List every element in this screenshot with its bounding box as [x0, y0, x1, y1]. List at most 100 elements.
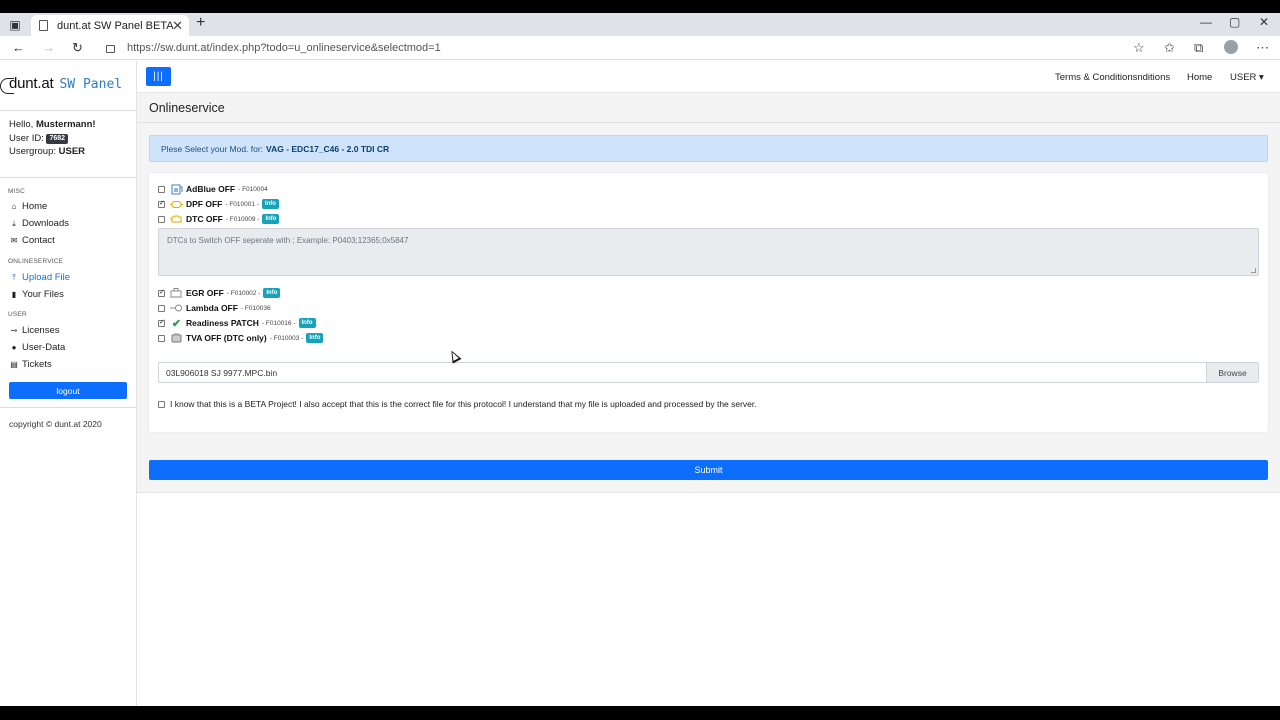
- sidebar-item-label: Downloads: [22, 218, 69, 229]
- sidebar-item-label: User-Data: [22, 342, 66, 353]
- alert-vehicle: VAG - EDC17_C46 - 2.0 TDI CR: [266, 143, 390, 154]
- ticket-icon: ▤: [10, 360, 18, 369]
- option-code: - F010036: [240, 304, 271, 312]
- option-egr-off: EGR OFF - F010002 - Info: [158, 287, 281, 299]
- sidebar-item-user-data[interactable]: ● User-Data: [9, 342, 66, 353]
- sidebar-divider: [0, 177, 136, 178]
- sidebar-item-upload-file[interactable]: ⤒ Upload File: [9, 272, 70, 283]
- close-window-icon[interactable]: ✕: [1259, 15, 1269, 29]
- adblue-tank-icon: [170, 184, 183, 195]
- option-name: Readiness PATCH: [186, 318, 259, 328]
- file-icon: ▮: [11, 290, 17, 299]
- lock-icon: [106, 45, 115, 53]
- submit-button[interactable]: Submit: [149, 460, 1268, 480]
- screen: ▣ dunt.at SW Panel BETA ✕ + — ▢ ✕ ← → ↻ …: [0, 13, 1280, 706]
- sidebar-item-label: Upload File: [22, 272, 71, 283]
- option-adblue-off: AdBlue OFF - F010004: [158, 183, 268, 195]
- forward-arrow-icon[interactable]: →: [42, 40, 55, 55]
- option-dtc-off: DTC OFF - F010009 - Info: [158, 213, 280, 225]
- info-badge[interactable]: Info: [262, 214, 280, 224]
- brand-logo[interactable]: dunt.at SW Panel: [0, 75, 123, 94]
- add-favorite-icon[interactable]: ☆: [1133, 40, 1145, 56]
- user-id-badge: 7682: [46, 133, 69, 144]
- reload-icon[interactable]: ↻: [72, 40, 83, 56]
- favorites-icon[interactable]: ✩: [1164, 40, 1175, 56]
- sidebar-item-your-files[interactable]: ▮ Your Files: [9, 289, 64, 300]
- brand-suffix: SW Panel: [59, 77, 123, 92]
- info-badge[interactable]: Info: [263, 288, 281, 298]
- top-navbar: ||| Terms & Conditionsnditions Home USER…: [137, 61, 1280, 93]
- file-name: 03L906018 SJ 9977.MPC.bin: [166, 367, 278, 378]
- sidebar-item-contact[interactable]: ✉ Contact: [9, 235, 55, 246]
- alert-prefix: Plese Select your Mod. for:: [161, 143, 264, 154]
- option-name: DTC OFF: [186, 214, 223, 224]
- vehicle-alert: Plese Select your Mod. for: VAG - EDC17_…: [149, 135, 1268, 162]
- dtc-placeholder: DTCs to Switch OFF seperate with ; Examp…: [167, 236, 409, 245]
- more-menu-icon[interactable]: ⋯: [1256, 40, 1269, 56]
- minimize-icon[interactable]: —: [1200, 15, 1212, 29]
- section-misc: MISC: [8, 188, 26, 195]
- dtc-checkbox[interactable]: [158, 215, 165, 223]
- copyright-text: copyright © dunt.at 2020: [9, 419, 102, 429]
- info-badge[interactable]: Info: [298, 318, 316, 328]
- green-check-icon: ✔: [171, 317, 182, 330]
- resize-handle-icon[interactable]: [1251, 268, 1256, 273]
- mod-selection-card: AdBlue OFF - F010004 DPF OFF - F010001 -…: [149, 173, 1268, 432]
- option-lambda-off: Lambda OFF - F010036: [158, 302, 271, 314]
- collections-icon[interactable]: ⧉: [1194, 40, 1203, 56]
- nav-user-dropdown[interactable]: USER ▾: [1230, 72, 1264, 83]
- tab-actions-icon[interactable]: ▣: [0, 13, 30, 36]
- dpf-filter-icon: [170, 199, 183, 210]
- sidebar-item-licenses[interactable]: ⊸ Licenses: [9, 325, 60, 336]
- close-tab-icon[interactable]: ✕: [172, 18, 183, 34]
- tva-checkbox[interactable]: [158, 334, 165, 342]
- readiness-checkbox[interactable]: [158, 318, 165, 327]
- dpf-checkbox[interactable]: [158, 199, 165, 208]
- nav-home-link[interactable]: Home: [1187, 72, 1212, 83]
- egr-checkbox[interactable]: [158, 288, 165, 297]
- key-icon: ⊸: [10, 326, 18, 335]
- nav-terms-link[interactable]: Terms & Conditionsnditions: [1055, 72, 1170, 83]
- sidebar-item-tickets[interactable]: ▤ Tickets: [9, 359, 52, 370]
- info-badge[interactable]: Info: [261, 199, 279, 209]
- hello-label: Hello,: [9, 119, 34, 130]
- tab-title: dunt.at SW Panel BETA: [57, 19, 174, 32]
- logout-button[interactable]: logout: [9, 382, 127, 399]
- sidebar-divider: [0, 110, 136, 111]
- option-dpf-off: DPF OFF - F010001 - Info: [158, 198, 279, 210]
- profile-avatar[interactable]: [1224, 40, 1238, 54]
- new-tab-button[interactable]: +: [196, 14, 205, 32]
- address-bar[interactable]: https://sw.dunt.at/index.php?todo=u_onli…: [100, 38, 1160, 58]
- tva-valve-icon: [170, 333, 183, 344]
- sidebar-item-label: Home: [22, 201, 48, 212]
- user-icon: ●: [11, 343, 17, 352]
- back-arrow-icon[interactable]: ←: [12, 40, 25, 55]
- agreement-row: I know that this is a BETA Project! I al…: [158, 399, 757, 409]
- option-code: - F010001 -: [225, 200, 259, 208]
- page-header: Onlineservice: [137, 93, 1280, 123]
- lambda-sensor-icon: [170, 303, 183, 314]
- section-onlineservice: ONLINESERVICE: [8, 258, 64, 265]
- agreement-text: I know that this is a BETA Project! I al…: [170, 399, 757, 409]
- adblue-checkbox[interactable]: [158, 185, 165, 193]
- menu-toggle-button[interactable]: |||: [146, 67, 171, 86]
- dtc-textarea[interactable]: DTCs to Switch OFF seperate with ; Examp…: [158, 228, 1259, 276]
- option-name: Lambda OFF: [186, 303, 238, 313]
- browser-tab[interactable]: dunt.at SW Panel BETA ✕: [31, 15, 189, 36]
- file-input[interactable]: 03L906018 SJ 9977.MPC.bin Browse: [158, 362, 1259, 383]
- egr-valve-icon: [170, 288, 183, 299]
- lambda-checkbox[interactable]: [158, 304, 165, 312]
- upload-icon: ⤒: [12, 272, 16, 282]
- info-badge[interactable]: Info: [306, 333, 324, 343]
- sidebar-item-downloads[interactable]: ⤓ Downloads: [9, 218, 69, 229]
- engine-warning-icon: [170, 214, 183, 225]
- section-user: USER: [8, 311, 27, 318]
- sidebar-item-label: Licenses: [22, 325, 60, 336]
- agreement-checkbox[interactable]: [158, 400, 165, 408]
- sidebar-item-home[interactable]: ⌂ Home: [9, 201, 48, 212]
- option-tva-off: TVA OFF (DTC only) - F010003 - Info: [158, 332, 324, 344]
- browse-button[interactable]: Browse: [1206, 363, 1258, 382]
- usergroup-label: Usergroup:: [9, 146, 56, 157]
- maximize-icon[interactable]: ▢: [1229, 15, 1240, 29]
- option-name: TVA OFF (DTC only): [186, 333, 267, 343]
